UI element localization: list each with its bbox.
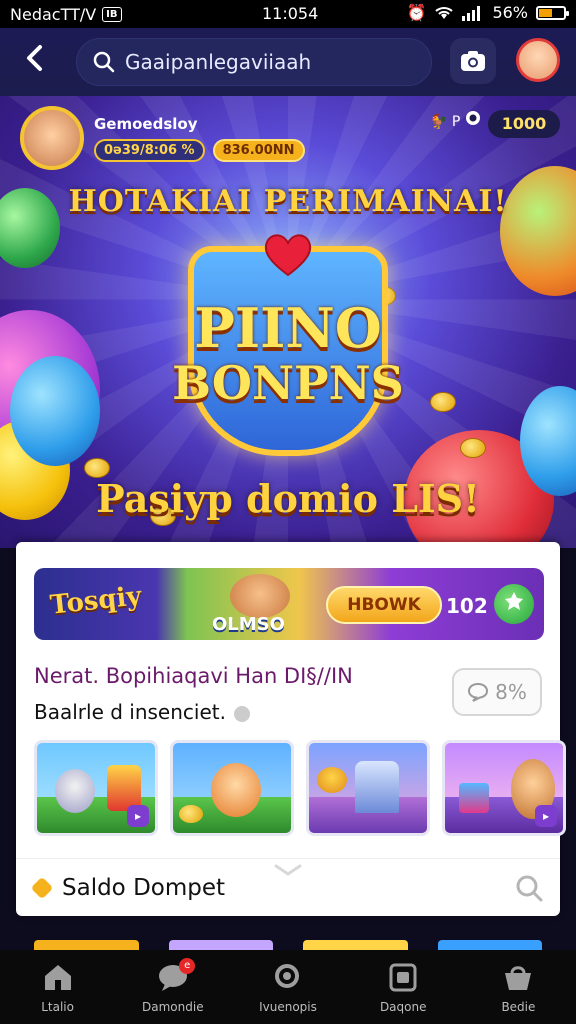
promo-banner[interactable]: Gemoedsloy 0ə39/8:06 % 836.00NN 🐓 P 1000…: [0, 96, 576, 548]
game-thumbnail[interactable]: ▸: [442, 740, 566, 836]
banner-subline: Pasiyp domio LIS!: [96, 476, 480, 521]
nav-label: Ivuenopis: [259, 1000, 317, 1014]
banner-headline: HOTAKIAI PERIMAINAI!: [68, 184, 508, 219]
player-info: Gemoedsloy 0ə39/8:06 % 836.00NN: [94, 115, 305, 162]
notification-badge: e: [179, 958, 196, 974]
nav-item-basket[interactable]: Bedie: [461, 950, 576, 1024]
peek-card: [303, 940, 408, 950]
promo-count: 102: [446, 594, 488, 618]
camera-button[interactable]: [450, 38, 496, 84]
wifi-icon: [435, 6, 454, 19]
user-avatar[interactable]: [516, 38, 560, 82]
nav-item-calendar[interactable]: Daqone: [346, 950, 461, 1024]
go-button[interactable]: [494, 584, 534, 624]
clock: 11:054: [262, 4, 319, 23]
network-badge: IB: [102, 6, 122, 22]
notification-letter: P: [451, 114, 461, 130]
status-left: NedacTT/V IB: [10, 5, 122, 24]
player-profile[interactable]: Gemoedsloy 0ə39/8:06 % 836.00NN: [20, 106, 305, 170]
star-icon: [505, 592, 523, 610]
promo-button[interactable]: HBOWK: [326, 586, 442, 624]
castle-figure: [355, 761, 399, 813]
game-thumbnail[interactable]: ▸: [34, 740, 158, 836]
peek-card: [437, 940, 542, 950]
carrier-label: NedacTT/V: [10, 4, 97, 24]
nav-label: Ltalio: [41, 1000, 74, 1014]
status-bar: NedacTT/V IB 11:054 ⏰ 56%: [0, 0, 576, 28]
player-coin-pill: 836.00NN: [212, 138, 305, 162]
signal-icon: [462, 5, 481, 21]
dragon-figure: [317, 767, 347, 793]
chat-bubble-icon: [468, 682, 489, 702]
basket-icon: [505, 966, 532, 990]
calendar-icon: [389, 963, 417, 992]
play-corner-icon: ▸: [535, 805, 557, 827]
search-input[interactable]: Gaaipanlegaviiaah: [76, 38, 432, 86]
camera-icon: [461, 51, 485, 71]
status-right: ⏰ 56%: [406, 3, 569, 22]
coin-decoration: [460, 438, 486, 458]
player-stat-pill: 0ə39/8:06 %: [94, 138, 205, 162]
mascot-image: [230, 574, 290, 618]
info-icon[interactable]: [233, 705, 250, 722]
game-thumbnail[interactable]: [170, 740, 294, 836]
player-avatar[interactable]: [20, 106, 84, 170]
promo-logo: Tosqiy: [48, 581, 143, 621]
player-stats: 0ə39/8:06 % 836.00NN: [94, 138, 305, 162]
player-name: Gemoedsloy: [94, 114, 198, 133]
promo-strip[interactable]: Tosqiy OLMSO HBOWK 102: [34, 568, 544, 640]
search-header: Gaaipanlegaviiaah: [0, 28, 576, 96]
peek-card: [34, 940, 139, 950]
search-text: Gaaipanlegaviiaah: [125, 50, 312, 74]
search-icon[interactable]: [514, 873, 544, 903]
percent-value: 8%: [495, 680, 527, 704]
card-subtitle: Baalrle d insenciet.: [34, 700, 226, 724]
nav-item-home[interactable]: Ltalio: [0, 950, 115, 1024]
character-figure: [55, 769, 95, 813]
bottom-navigation: Ltalio e Damondie Ivuenopis Daqone Bedie: [0, 950, 576, 1024]
banner-logo-line2: BONPNS: [172, 356, 404, 410]
card-title: Nerat. Bopihiaqavi Han DI§//IN: [34, 664, 353, 688]
character-figure: [211, 763, 261, 817]
next-row-peek: [34, 940, 542, 950]
percent-chip[interactable]: 8%: [452, 668, 542, 716]
search-icon: [93, 51, 115, 73]
battery-percent: 56%: [492, 3, 528, 22]
battery-icon: [536, 5, 569, 20]
wallet-label: Saldo Dompet: [62, 874, 226, 901]
wallet-icon: [30, 876, 54, 899]
play-corner-icon: ▸: [127, 805, 149, 827]
record-icon: [465, 111, 480, 125]
search-icon: [275, 964, 299, 988]
nav-item-messages[interactable]: e Damondie: [115, 950, 230, 1024]
game-thumbnails: ▸ ▸: [34, 740, 566, 836]
card-subtitle-row: Baalrle d insenciet.: [34, 700, 250, 724]
back-button[interactable]: [16, 44, 52, 80]
bell-icon: 🐓: [430, 114, 448, 130]
battery-fill: [539, 8, 553, 17]
game-thumbnail[interactable]: [306, 740, 430, 836]
notification-badge[interactable]: 🐓 P: [430, 110, 481, 130]
alarm-icon: ⏰: [406, 3, 427, 22]
coin-decoration: [84, 458, 110, 478]
peek-card: [168, 940, 273, 950]
nav-label: Daqone: [379, 1000, 427, 1014]
home-icon: [44, 965, 71, 990]
heart-icon: [264, 234, 312, 277]
nav-label: Damondie: [142, 1000, 204, 1014]
banner-logo-line1: PIINO: [194, 296, 382, 360]
game-card: Tosqiy OLMSO HBOWK 102 Nerat. Bopihiaqav…: [16, 542, 566, 916]
nav-label: Bedie: [501, 1000, 536, 1014]
gift-figure: [459, 783, 489, 813]
promo-tag: OLMSO: [212, 614, 285, 635]
coin-total[interactable]: 1000: [488, 110, 560, 138]
coin-figure: [179, 805, 203, 823]
nav-item-search[interactable]: Ivuenopis: [230, 950, 345, 1024]
chevron-left-icon: [27, 45, 42, 71]
wallet-row[interactable]: Saldo Dompet: [16, 858, 560, 916]
